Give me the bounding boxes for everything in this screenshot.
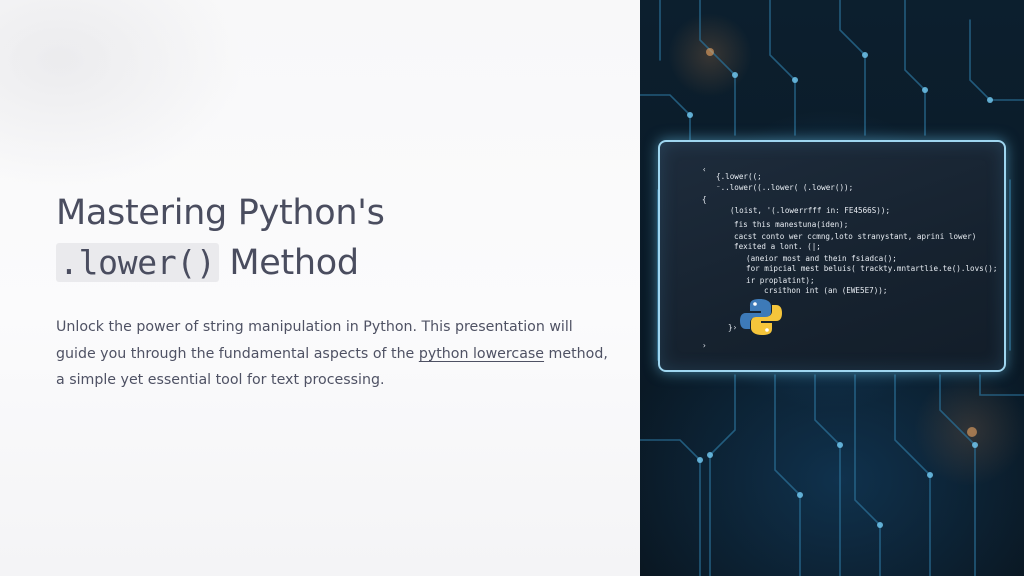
code-line: fexited a lont. (|; — [734, 242, 821, 251]
code-line: {.lower((; — [716, 172, 762, 181]
title-line-1: Mastering Python's — [56, 193, 385, 233]
left-panel: Mastering Python's .lower() Method Unloc… — [0, 0, 640, 576]
code-listing: ‹ {.lower((; ⁻..lower((..lower( (.lower(… — [660, 142, 1004, 370]
code-screen: ‹ {.lower((; ⁻..lower((..lower( (.lower(… — [658, 140, 1006, 372]
code-line: }› — [728, 323, 738, 332]
code-line: { — [702, 195, 707, 204]
code-line: crsithon int (an (EWE5E7)); — [764, 286, 888, 295]
title-line-2: Method — [229, 243, 359, 283]
code-line: (aneior most and thein fsiadca(); — [746, 254, 897, 263]
slide-subtitle: Unlock the power of string manipulation … — [56, 314, 616, 394]
python-logo-icon — [740, 299, 782, 335]
code-line: cacst conto wer ccmng,loto stranystant, … — [734, 232, 977, 241]
title-code-snippet: .lower() — [56, 243, 219, 282]
slide-title: Mastering Python's .lower() Method — [56, 188, 616, 288]
python-lowercase-link[interactable]: python lowercase — [419, 346, 544, 362]
code-line: (loist, '(.lowerrfff in: FE4566S)); — [730, 206, 891, 215]
slide: Mastering Python's .lower() Method Unloc… — [0, 0, 1024, 576]
code-line: ⁻..lower((..lower( (.lower()); — [716, 183, 854, 192]
code-line: fis this manestuna(iden); — [734, 220, 849, 229]
code-line: › — [702, 341, 707, 350]
code-line: for mipcial mest beluis( trackty.mntartl… — [746, 264, 998, 273]
code-line: ‹ — [702, 165, 707, 174]
code-line: ir proplatint); — [746, 276, 815, 285]
